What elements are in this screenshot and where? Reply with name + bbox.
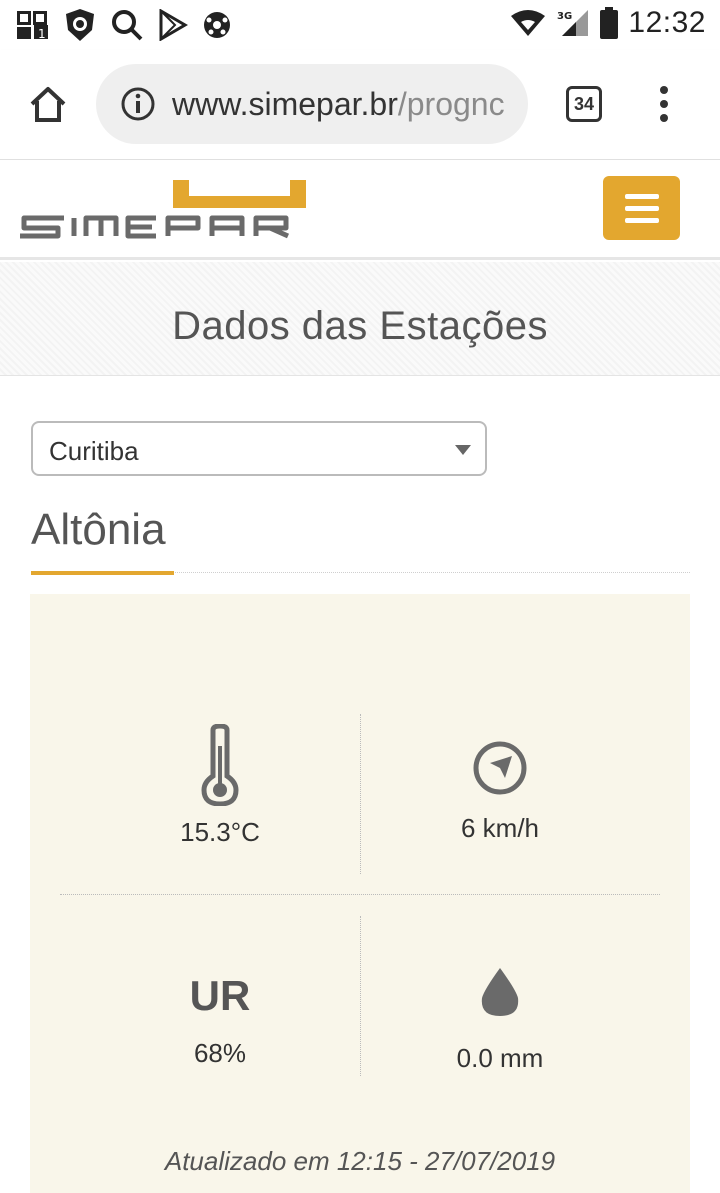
humidity-value: 68%: [193, 1038, 247, 1068]
battery-icon: [600, 7, 619, 39]
thermometer-icon: [201, 723, 239, 807]
search-icon: [112, 10, 143, 41]
site-header: [0, 160, 720, 260]
temperature-cell: 15.3°C: [70, 723, 370, 848]
tab-switcher-button[interactable]: 34: [566, 86, 602, 122]
network-type-label: 3G: [557, 11, 572, 22]
station-readings-panel: 15.3°C 6 km/h UR 68% 0.0 mm Atualizado e…: [30, 594, 690, 1193]
station-name-underline: [31, 571, 174, 575]
chevron-down-icon: [455, 445, 471, 455]
play-store-icon: [159, 9, 188, 41]
divider: [60, 894, 660, 895]
city-select-value: Curitiba: [49, 436, 139, 466]
humidity-label: UR: [189, 972, 251, 1019]
signal-icon: 3G: [557, 10, 589, 36]
temperature-value: 15.3°C: [180, 817, 260, 847]
wind-value: 6 km/h: [460, 813, 540, 843]
simepar-logo[interactable]: [18, 178, 308, 240]
clock: 12:32: [628, 6, 706, 39]
page-title: Dados das Estações: [172, 304, 548, 348]
station-name: Altônia: [31, 505, 166, 554]
wifi-icon: [511, 10, 546, 36]
wind-cell: 6 km/h: [350, 740, 650, 844]
browser-toolbar: www.simepar.br/prognc 34: [0, 50, 720, 160]
sim-card-icon: 1: [17, 11, 48, 41]
rain-value: 0.0 mm: [456, 1043, 544, 1073]
info-icon[interactable]: [120, 86, 156, 122]
address-bar[interactable]: www.simepar.br/prognc: [96, 64, 528, 144]
humidity-cell: UR 68%: [70, 972, 370, 1069]
nav-menu-button[interactable]: [603, 176, 680, 240]
last-updated-text: Atualizado em 12:15 - 27/07/2019: [164, 1146, 556, 1176]
title-band: Dados das Estações: [0, 262, 720, 376]
shield-icon: [66, 9, 94, 41]
url-path: /prognc: [397, 86, 505, 122]
soccer-ball-icon: [204, 12, 230, 38]
svg-text:1: 1: [38, 27, 46, 41]
compass-icon: [473, 741, 527, 795]
home-icon[interactable]: [24, 80, 72, 128]
water-drop-icon: [481, 968, 519, 1016]
status-bar: 1 3G 12:32: [0, 0, 720, 50]
url-host: www.simepar.br: [172, 86, 398, 122]
overflow-menu-icon[interactable]: [652, 86, 676, 126]
rain-cell: 0.0 mm: [350, 966, 650, 1074]
url-text[interactable]: www.simepar.br/prognc: [172, 86, 512, 123]
city-select[interactable]: Curitiba: [31, 421, 487, 476]
